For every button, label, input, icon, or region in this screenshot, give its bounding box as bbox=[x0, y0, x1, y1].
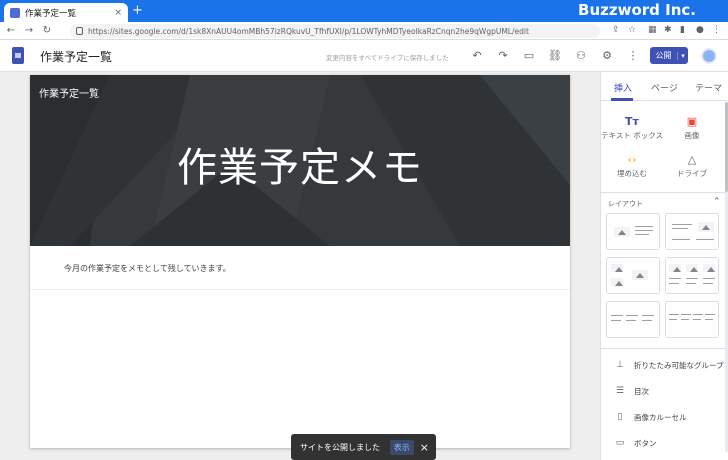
back-button[interactable]: ← bbox=[4, 25, 18, 36]
insert-button[interactable]: ▭ ボタン bbox=[601, 435, 725, 451]
brand-watermark: Buzzword Inc. bbox=[578, 1, 696, 19]
tab-close-icon[interactable]: × bbox=[114, 8, 122, 18]
image-icon: ▣ bbox=[686, 115, 698, 128]
layout-tile-6[interactable] bbox=[665, 301, 719, 338]
new-tab-button[interactable]: + bbox=[132, 3, 143, 19]
component-label: 折りたたみ可能なグループ bbox=[634, 360, 724, 370]
settings-gear-icon[interactable]: ⚙ bbox=[600, 49, 614, 63]
component-label: 目次 bbox=[634, 386, 649, 396]
insert-item-label: テキスト ボックス bbox=[601, 131, 663, 140]
save-status: 変更内容をすべてドライブに保存しました bbox=[326, 54, 449, 62]
publish-label: 公開 bbox=[655, 51, 672, 60]
browser-tab-title: 作業予定一覧 bbox=[25, 8, 77, 19]
puzzle-icon[interactable]: ✱ bbox=[664, 25, 672, 35]
chevron-up-icon[interactable]: ⌃ bbox=[713, 197, 721, 207]
browser-tab[interactable]: 作業予定一覧 × bbox=[4, 3, 128, 22]
sidebar-icon[interactable]: ▮ bbox=[680, 25, 685, 35]
snackbar-toast: サイトを公開しました 表示 × bbox=[291, 434, 436, 460]
insert-table-of-contents[interactable]: ☰ 目次 bbox=[601, 383, 725, 399]
insert-drive-button[interactable]: △ ドライブ bbox=[661, 152, 723, 190]
text-box-icon: Tт bbox=[625, 115, 639, 128]
url-field[interactable]: https://sites.google.com/d/1sk8XnAUU4omM… bbox=[70, 24, 600, 38]
panel-tabs: 挿入 ページ テーマ bbox=[601, 72, 728, 101]
insert-item-label: ドライブ bbox=[677, 169, 707, 178]
layout-tile-2[interactable] bbox=[665, 213, 719, 250]
header-banner[interactable]: 作業予定一覧 作業予定メモ bbox=[30, 75, 570, 246]
insert-item-label: 画像 bbox=[684, 131, 700, 140]
google-sites-logo-icon[interactable] bbox=[12, 47, 24, 64]
layout-tile-5[interactable] bbox=[606, 301, 660, 338]
active-tab-indicator bbox=[611, 98, 633, 101]
carousel-icon: ▯ bbox=[617, 412, 623, 422]
browser-tab-bar: 作業予定一覧 × + Buzzword Inc. bbox=[0, 0, 728, 22]
extension-icon[interactable]: ▦ bbox=[648, 25, 657, 35]
site-name[interactable]: 作業予定一覧 bbox=[39, 85, 99, 100]
layout-tile-4[interactable] bbox=[665, 257, 719, 294]
insert-text-box-button[interactable]: Tт テキスト ボックス bbox=[601, 114, 663, 152]
star-icon[interactable]: ☆ bbox=[628, 25, 636, 35]
browser-menu-icon[interactable]: ⋮ bbox=[712, 25, 721, 35]
more-options-icon[interactable]: ⋮ bbox=[626, 49, 640, 63]
section-divider bbox=[30, 289, 570, 290]
publish-dropdown-icon[interactable]: ▾ bbox=[677, 51, 688, 60]
component-label: ボタン bbox=[634, 438, 657, 448]
share-icon[interactable]: ⇪ bbox=[612, 25, 620, 35]
sites-favicon-icon bbox=[10, 7, 20, 18]
layout-tile-1[interactable] bbox=[606, 213, 660, 250]
body-text[interactable]: 今月の作業予定をメモとして残していきます。 bbox=[64, 263, 231, 274]
toast-close-icon[interactable]: × bbox=[420, 441, 429, 454]
address-bar: ← → ↻ https://sites.google.com/d/1sk8XnA… bbox=[0, 22, 728, 40]
hero-title[interactable]: 作業予定メモ bbox=[30, 135, 570, 193]
toast-message: サイトを公開しました bbox=[300, 442, 380, 452]
preview-icon[interactable]: ▭ bbox=[522, 49, 536, 63]
drive-icon: △ bbox=[687, 153, 697, 166]
tab-themes[interactable]: テーマ bbox=[695, 81, 722, 94]
profile-icon[interactable]: ● bbox=[696, 25, 704, 35]
reload-button[interactable]: ↻ bbox=[40, 25, 54, 36]
forward-button[interactable]: → bbox=[22, 25, 36, 36]
url-text: https://sites.google.com/d/1sk8XnAUU4omM… bbox=[88, 26, 529, 36]
insert-image-button[interactable]: ▣ 画像 bbox=[661, 114, 723, 152]
collapsible-group-icon: ⊥ bbox=[616, 360, 624, 370]
avatar[interactable] bbox=[701, 48, 717, 64]
insert-embed-button[interactable]: ‹› 埋め込む bbox=[601, 152, 663, 190]
component-label: 画像カルーセル bbox=[634, 412, 687, 422]
undo-icon[interactable]: ↶ bbox=[470, 49, 484, 63]
tab-insert[interactable]: 挿入 bbox=[614, 81, 632, 94]
button-icon: ▭ bbox=[615, 438, 625, 448]
copy-link-icon[interactable]: ⛓ bbox=[548, 49, 562, 63]
panel-divider bbox=[601, 348, 725, 349]
site-page: 作業予定一覧 作業予定メモ 今月の作業予定をメモとして残していきます。 bbox=[30, 75, 570, 448]
side-panel: 挿入 ページ テーマ Tт テキスト ボックス ▣ 画像 ‹› 埋め込む △ ド… bbox=[600, 72, 728, 460]
table-of-contents-icon: ☰ bbox=[615, 386, 625, 396]
insert-collapsible-group[interactable]: ⊥ 折りたたみ可能なグループ bbox=[601, 357, 725, 373]
lock-icon bbox=[76, 27, 83, 35]
tab-pages[interactable]: ページ bbox=[651, 81, 678, 94]
layouts-heading: レイアウト bbox=[608, 200, 643, 208]
editor-canvas: 作業予定一覧 作業予定メモ 今月の作業予定をメモとして残していきます。 bbox=[0, 72, 600, 460]
sites-header: 作業予定一覧 変更内容をすべてドライブに保存しました ↶ ↷ ▭ ⛓ ⚇ ⚙ ⋮… bbox=[0, 41, 728, 72]
publish-button[interactable]: 公開 ▾ bbox=[650, 47, 688, 64]
insert-item-label: 埋め込む bbox=[617, 169, 647, 178]
layout-tile-3[interactable] bbox=[606, 257, 660, 294]
insert-image-carousel[interactable]: ▯ 画像カルーセル bbox=[601, 409, 725, 425]
share-with-others-icon[interactable]: ⚇ bbox=[574, 49, 588, 63]
embed-code-icon: ‹› bbox=[627, 153, 637, 166]
toast-view-button[interactable]: 表示 bbox=[389, 439, 414, 455]
panel-divider bbox=[601, 192, 725, 193]
document-title[interactable]: 作業予定一覧 bbox=[40, 48, 112, 65]
redo-icon[interactable]: ↷ bbox=[496, 49, 510, 63]
